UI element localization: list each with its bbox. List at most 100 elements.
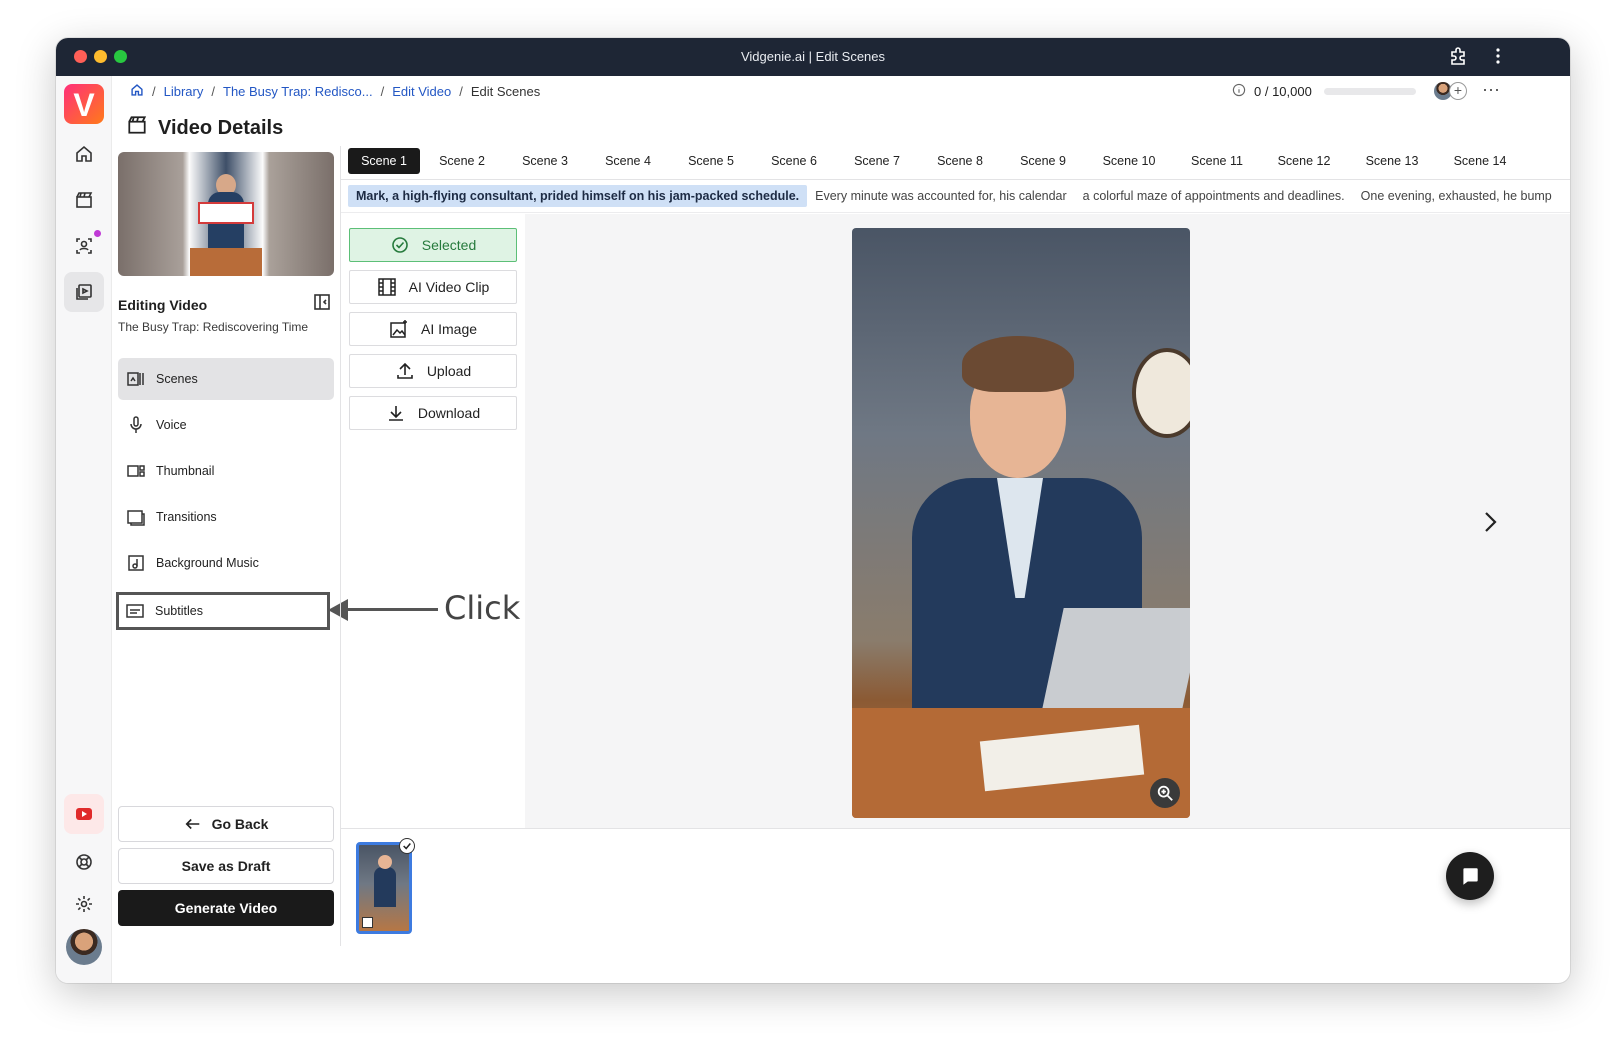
tab-scene-4[interactable]: Scene 4 bbox=[586, 148, 670, 174]
info-icon[interactable] bbox=[1232, 83, 1246, 100]
tab-scene-11[interactable]: Scene 11 bbox=[1174, 148, 1260, 174]
page-title-row: Video Details bbox=[126, 114, 283, 142]
tab-scene-6[interactable]: Scene 6 bbox=[752, 148, 836, 174]
nav-background-music[interactable]: Background Music bbox=[118, 542, 334, 584]
add-collaborator-icon[interactable]: + bbox=[1449, 82, 1467, 100]
tab-scene-3[interactable]: Scene 3 bbox=[504, 148, 586, 174]
tab-scene-1[interactable]: Scene 1 bbox=[348, 148, 420, 174]
zoom-button[interactable] bbox=[1150, 778, 1180, 808]
tab-scene-13[interactable]: Scene 13 bbox=[1348, 148, 1436, 174]
preview-laptop bbox=[1040, 608, 1190, 718]
breadcrumb: / Library / The Busy Trap: Redisco... / … bbox=[130, 83, 540, 100]
chat-bubble-icon bbox=[1463, 868, 1478, 885]
upload-button[interactable]: Upload bbox=[349, 354, 517, 388]
scene-sentences: Mark, a high-flying consultant, prided h… bbox=[348, 184, 1570, 208]
tab-scene-7[interactable]: Scene 7 bbox=[836, 148, 918, 174]
tab-scene-9[interactable]: Scene 9 bbox=[1002, 148, 1084, 174]
nav-thumbnail[interactable]: Thumbnail bbox=[118, 450, 334, 492]
home-breadcrumb-icon[interactable] bbox=[130, 83, 144, 100]
scene-preview-image[interactable] bbox=[852, 228, 1190, 818]
home-icon[interactable] bbox=[64, 134, 104, 174]
preview-wall-clock bbox=[1132, 348, 1190, 438]
page-title: Video Details bbox=[158, 116, 284, 139]
selected-label: Selected bbox=[421, 237, 477, 253]
ai-video-clip-button[interactable]: AI Video Clip bbox=[349, 270, 517, 304]
breadcrumb-edit-video[interactable]: Edit Video bbox=[392, 84, 451, 99]
youtube-icon[interactable] bbox=[64, 794, 104, 834]
go-back-button[interactable]: Go Back bbox=[118, 806, 334, 842]
chat-support-button[interactable] bbox=[1446, 852, 1494, 900]
breadcrumb-library[interactable]: Library bbox=[164, 84, 204, 99]
preview-figure-hair bbox=[962, 336, 1074, 392]
scene-tabs: Scene 1 Scene 2 Scene 3 Scene 4 Scene 5 … bbox=[348, 146, 1570, 176]
sentence-chip[interactable]: One evening, exhausted, he bump bbox=[1353, 185, 1560, 207]
icon-rail: V bbox=[56, 76, 112, 983]
clapperboard-title-icon bbox=[126, 114, 148, 142]
nav-item-label: Subtitles bbox=[155, 604, 203, 618]
sentence-chip[interactable]: a colorful maze of appointments and dead… bbox=[1075, 185, 1353, 207]
title-bar: Vidgenie.ai | Edit Scenes bbox=[56, 38, 1570, 76]
panel-divider bbox=[340, 146, 341, 946]
more-vertical-icon[interactable] bbox=[1488, 46, 1508, 71]
tab-scene-8[interactable]: Scene 8 bbox=[918, 148, 1002, 174]
save-draft-label: Save as Draft bbox=[181, 858, 271, 874]
scenes-icon bbox=[127, 372, 144, 386]
ai-image-label: AI Image bbox=[420, 321, 478, 337]
thumbnail-icon bbox=[127, 465, 145, 477]
tabs-divider bbox=[341, 179, 1570, 180]
thumbnail-sign bbox=[198, 202, 254, 224]
tab-scene-5[interactable]: Scene 5 bbox=[670, 148, 752, 174]
app-logo[interactable]: V bbox=[64, 84, 104, 124]
sentence-chip[interactable]: Every minute was accounted for, his cale… bbox=[807, 185, 1075, 207]
subtitles-icon bbox=[126, 604, 144, 618]
nav-subtitles[interactable]: Subtitles bbox=[116, 592, 330, 630]
extension-icon[interactable] bbox=[1448, 46, 1468, 71]
breadcrumb-separator: / bbox=[459, 84, 463, 99]
upload-icon bbox=[397, 362, 413, 379]
selected-status-button[interactable]: Selected bbox=[349, 228, 517, 262]
tab-scene-2[interactable]: Scene 2 bbox=[420, 148, 504, 174]
tab-scene-12[interactable]: Scene 12 bbox=[1260, 148, 1348, 174]
generate-video-button[interactable]: Generate Video bbox=[118, 890, 334, 926]
window-title: Vidgenie.ai | Edit Scenes bbox=[740, 49, 886, 64]
breadcrumb-video[interactable]: The Busy Trap: Redisco... bbox=[223, 84, 373, 99]
video-library-icon[interactable] bbox=[64, 272, 104, 312]
breadcrumb-separator: / bbox=[152, 84, 156, 99]
video-thumbnail[interactable] bbox=[118, 152, 334, 276]
sentence-chip[interactable]: Mark, a high-flying consultant, prided h… bbox=[348, 185, 808, 207]
download-label: Download bbox=[417, 405, 481, 421]
transitions-icon bbox=[127, 510, 145, 526]
save-draft-button[interactable]: Save as Draft bbox=[118, 848, 334, 884]
notification-dot bbox=[94, 230, 101, 237]
credits-text: 0 / 10,000 bbox=[1254, 84, 1312, 99]
filmstrip-thumbnail[interactable] bbox=[356, 842, 412, 934]
nav-voice[interactable]: Voice bbox=[118, 404, 334, 446]
image-sparkle-icon bbox=[390, 320, 407, 338]
sentences-divider bbox=[341, 212, 1570, 213]
annotation-arrow-head bbox=[328, 599, 348, 621]
film-icon bbox=[377, 278, 396, 296]
breadcrumb-current: Edit Scenes bbox=[470, 84, 541, 99]
more-options-icon[interactable]: ⋯ bbox=[1482, 80, 1501, 101]
tab-scene-10[interactable]: Scene 10 bbox=[1084, 148, 1174, 174]
nav-transitions[interactable]: Transitions bbox=[118, 496, 334, 538]
breadcrumb-separator: / bbox=[211, 84, 215, 99]
download-button[interactable]: Download bbox=[349, 396, 517, 430]
microphone-icon bbox=[130, 416, 142, 433]
editing-video-name: The Busy Trap: Rediscovering Time bbox=[118, 320, 309, 334]
nav-scenes[interactable]: Scenes bbox=[118, 358, 334, 400]
next-scene-arrow[interactable] bbox=[1478, 508, 1502, 536]
music-icon bbox=[128, 555, 144, 571]
filmstrip-check-icon bbox=[399, 838, 415, 854]
collapse-panel-icon[interactable] bbox=[312, 292, 332, 312]
annotation-arrow-line bbox=[346, 608, 438, 611]
tab-scene-14[interactable]: Scene 14 bbox=[1436, 148, 1524, 174]
ai-video-clip-label: AI Video Clip bbox=[408, 279, 490, 295]
user-avatar[interactable] bbox=[66, 929, 102, 965]
nav-item-label: Transitions bbox=[156, 510, 217, 524]
arrow-left-icon bbox=[185, 818, 199, 830]
ai-image-button[interactable]: AI Image bbox=[349, 312, 517, 346]
clapperboard-icon[interactable] bbox=[64, 180, 104, 220]
help-lifebuoy-icon[interactable] bbox=[64, 842, 104, 882]
settings-gear-icon[interactable] bbox=[64, 884, 104, 924]
